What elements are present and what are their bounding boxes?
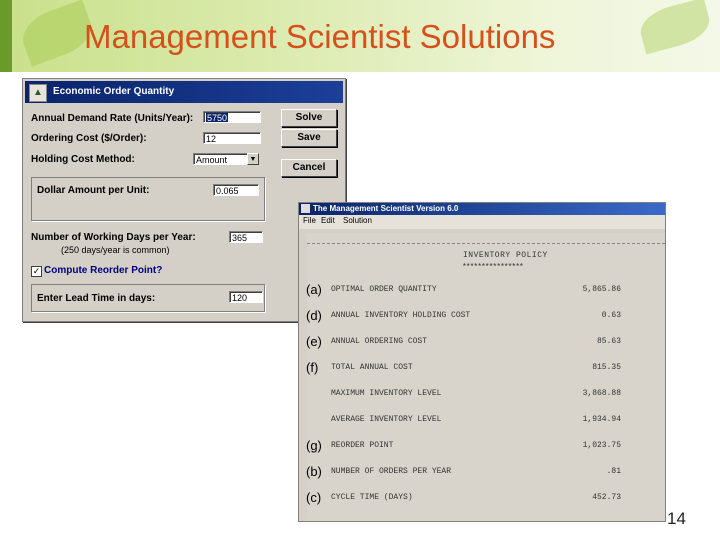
row-tag: (d) [306,308,322,323]
lead-time-input[interactable]: 120 [229,291,263,303]
row-value: 1,023.75 [582,441,621,450]
row-value: 452.73 [592,493,621,502]
reorder-checkbox-label[interactable]: Compute Reorder Point? [44,265,162,276]
slide-title: Management Scientist Solutions [84,18,556,55]
row-label: ANNUAL ORDERING COST [331,337,428,346]
menu-file[interactable]: File [303,216,316,225]
row-label: AVERAGE INVENTORY LEVEL [331,415,442,424]
working-days-input[interactable]: 365 [229,231,263,243]
page-number: 14 [667,509,686,528]
row-tag: (f) [306,360,319,375]
eoq-titlebar[interactable]: ▲ Economic Order Quantity [25,81,343,103]
demand-label: Annual Demand Rate (Units/Year): [31,113,194,124]
solve-button[interactable]: Solve [281,109,337,127]
row-label: NUMBER OF ORDERS PER YEAR [331,467,452,476]
row-value: 1,934.94 [582,415,621,424]
report-window: The Management Scientist Version 6.0 Fil… [298,202,666,522]
row-value: 85.63 [596,337,621,346]
report-heading-underline: **************** [462,263,524,272]
left-accent-bar [0,0,12,72]
row-label: MAXIMUM INVENTORY LEVEL [331,389,442,398]
report-row: (b) NUMBER OF ORDERS PER YEAR .81 [306,464,665,481]
report-row: (d) ANNUAL INVENTORY HOLDING COST 0.63 [306,308,665,325]
row-tag: (e) [306,334,322,349]
row-label: REORDER POINT [331,441,394,450]
report-row: MAXIMUM INVENTORY LEVEL 3,868.88 [307,389,665,403]
row-tag: (c) [306,490,322,505]
lead-time-label: Enter Lead Time in days: [37,293,156,304]
menu-bar: File Edit Solution [299,215,665,229]
save-button[interactable]: Save [281,129,337,147]
report-row: (c) CYCLE TIME (DAYS) 452.73 [306,490,665,507]
dollar-amount-label: Dollar Amount per Unit: [37,185,150,196]
report-row: (e) ANNUAL ORDERING COST 85.63 [306,334,665,351]
app-icon: ▲ [29,84,47,102]
dollar-amount-input[interactable]: 0.065 [213,184,259,196]
ordering-cost-label: Ordering Cost ($/Order): [31,133,147,144]
reorder-checkbox[interactable]: ✓ [31,266,42,277]
row-tag: (a) [306,282,322,297]
row-value: 5,865.86 [582,285,621,294]
cancel-button[interactable]: Cancel [281,159,337,177]
app-icon [301,204,310,213]
row-value: 3,868.88 [582,389,621,398]
ordering-cost-input[interactable]: 12 [203,132,261,144]
row-label: ANNUAL INVENTORY HOLDING COST [331,311,471,320]
row-label: OPTIMAL ORDER QUANTITY [331,285,437,294]
demand-input[interactable]: 5750 [203,111,261,123]
menu-edit[interactable]: Edit [321,216,335,225]
report-row: (a) OPTIMAL ORDER QUANTITY 5,865.86 [306,282,665,299]
row-value: 815.35 [592,363,621,372]
holding-method-label: Holding Cost Method: [31,154,135,165]
report-title: The Management Scientist Version 6.0 [313,204,459,213]
report-titlebar[interactable]: The Management Scientist Version 6.0 [299,203,665,215]
menu-solution[interactable]: Solution [343,216,372,225]
row-value: 0.63 [601,311,621,320]
row-tag: (b) [306,464,322,479]
row-tag: (g) [306,438,322,453]
working-days-hint: (250 days/year is common) [61,245,170,255]
chevron-down-icon[interactable]: ▼ [247,153,259,165]
report-heading: INVENTORY POLICY [463,251,548,260]
working-days-label: Number of Working Days per Year: [31,232,196,243]
report-row: (f) TOTAL ANNUAL COST 815.35 [306,360,665,377]
row-label: TOTAL ANNUAL COST [331,363,413,372]
divider [307,243,665,244]
row-value: .81 [606,467,621,476]
report-row: (g) REORDER POINT 1,023.75 [306,438,665,455]
row-label: CYCLE TIME (DAYS) [331,493,413,502]
eoq-title: Economic Order Quantity [53,86,175,97]
report-output: INVENTORY POLICY **************** (a) OP… [306,233,665,521]
report-row: AVERAGE INVENTORY LEVEL 1,934.94 [307,415,665,429]
